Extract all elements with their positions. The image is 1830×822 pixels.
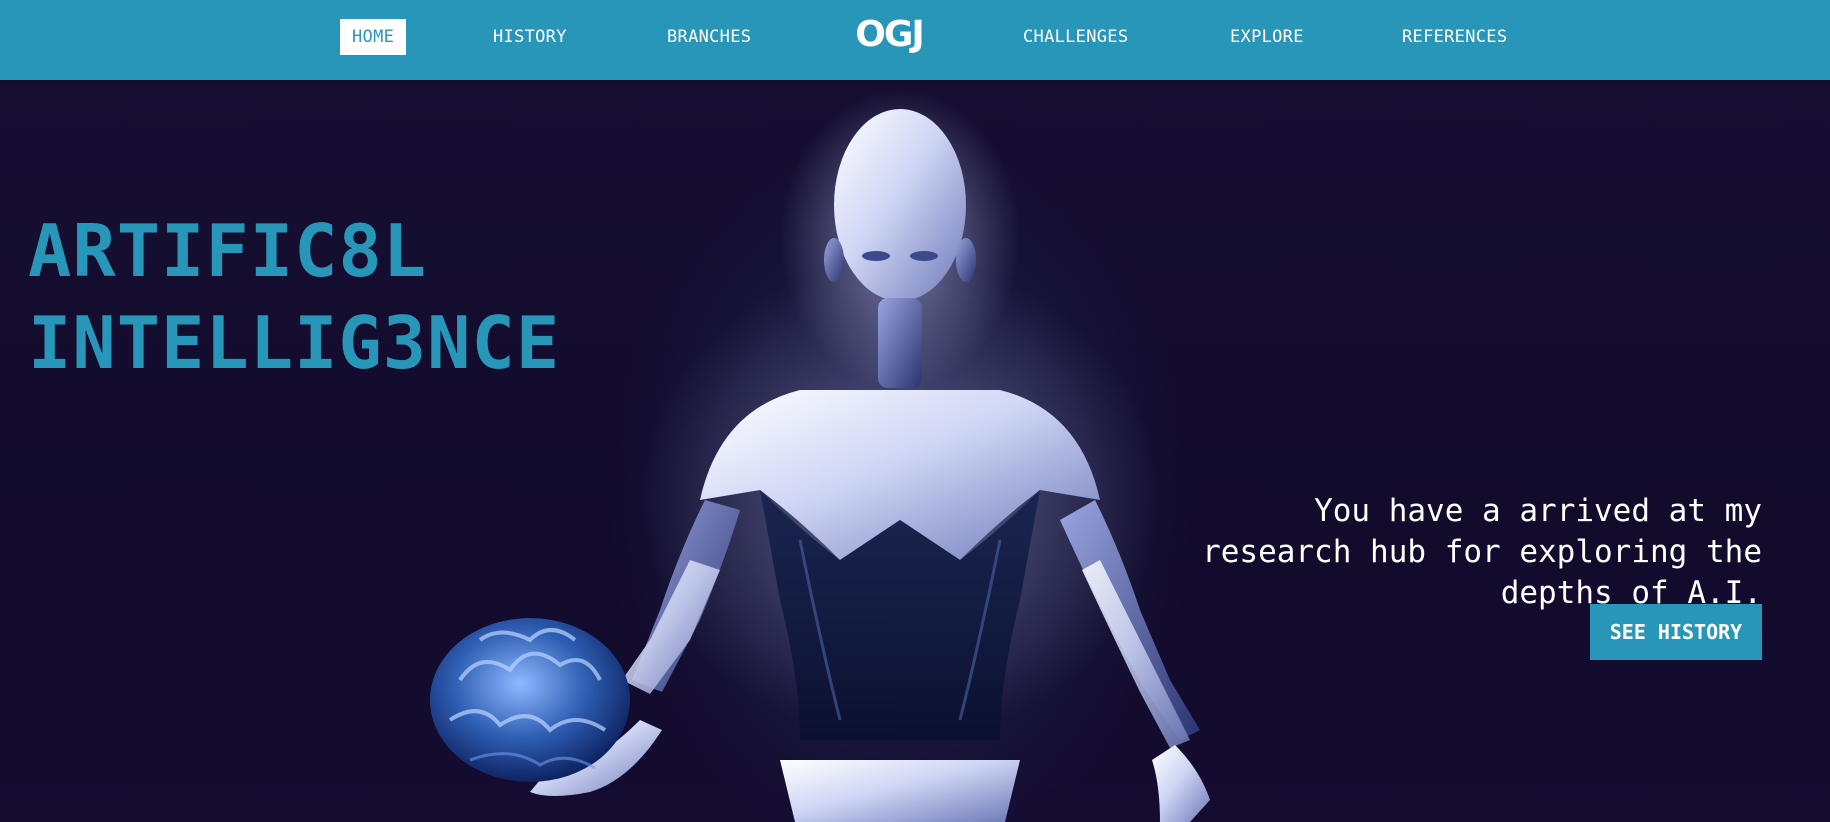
nav-history[interactable]: HISTORY (493, 19, 567, 55)
site-logo[interactable]: OGJ (852, 17, 926, 53)
hero-section: ARTIFIC8L INTELLIG3NCE You have a arrive… (0, 80, 1830, 822)
nav-references[interactable]: REFERENCES (1402, 19, 1507, 55)
page: HOME HISTORY BRANCHES OGJ CHALLENGES EXP… (0, 0, 1830, 822)
headline-line-2: INTELLIG3NCE (28, 301, 561, 385)
headline-line-1: ARTIFIC8L (28, 209, 428, 293)
see-history-button[interactable]: SEE HISTORY (1590, 604, 1762, 660)
nav-explore[interactable]: EXPLORE (1230, 19, 1304, 55)
robot-holding-brain-image (430, 90, 1210, 822)
nav-challenges[interactable]: CHALLENGES (1023, 19, 1128, 55)
nav-branches[interactable]: BRANCHES (667, 19, 751, 55)
top-nav: HOME HISTORY BRANCHES OGJ CHALLENGES EXP… (0, 0, 1830, 80)
hero-headline: ARTIFIC8L INTELLIG3NCE (28, 205, 560, 389)
nav-home[interactable]: HOME (340, 19, 407, 55)
hero-tagline: You have a arrived at my research hub fo… (1202, 493, 1762, 611)
